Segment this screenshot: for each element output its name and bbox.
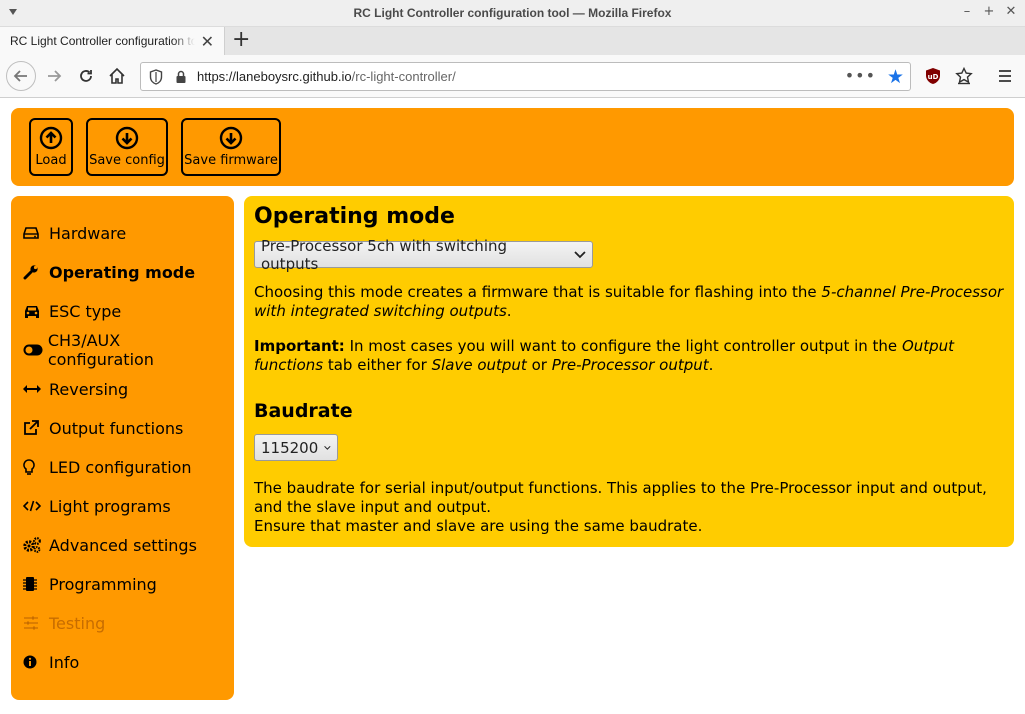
sidebar-item-esc-type[interactable]: ESC type xyxy=(23,296,223,326)
sidebar-item-ch3-aux[interactable]: CH3/AUX configuration xyxy=(23,331,223,369)
page-actions-icon[interactable]: ••• xyxy=(845,66,876,85)
new-tab-icon[interactable]: + xyxy=(232,29,250,51)
operating-mode-value: Pre-Processor 5ch with switching outputs xyxy=(261,236,508,273)
browser-tab[interactable]: RC Light Controller configuration tool ✕ xyxy=(0,27,225,55)
wrench-icon xyxy=(23,264,49,280)
save-firmware-button[interactable]: Save firmware xyxy=(181,118,281,176)
sidebar-item-testing: Testing xyxy=(23,608,223,638)
baudrate-heading: Baudrate xyxy=(254,400,353,422)
svg-text:uD: uD xyxy=(928,73,939,81)
window-titlebar: RC Light Controller configuration tool —… xyxy=(0,0,1025,27)
home-button[interactable] xyxy=(104,63,130,89)
hamburger-icon xyxy=(999,70,1011,82)
sidebar-item-operating-mode[interactable]: Operating mode xyxy=(23,257,223,287)
baudrate-value: 115200 xyxy=(261,438,319,457)
sidebar-item-led-configuration[interactable]: LED configuration xyxy=(23,452,223,482)
sidebar-item-label: Operating mode xyxy=(49,262,196,282)
top-toolbar: Load Save config Save firmware xyxy=(11,108,1014,186)
sidebar-item-label: Output functions xyxy=(49,418,184,438)
save-config-button[interactable]: Save config xyxy=(86,118,168,176)
sidebar-item-label: LED configuration xyxy=(49,457,192,477)
forward-arrow-icon xyxy=(48,70,62,82)
reload-button[interactable] xyxy=(73,63,99,89)
bookmark-star-icon[interactable]: ★ xyxy=(887,66,904,88)
sidebar-item-label: Hardware xyxy=(49,223,127,243)
load-button[interactable]: Load xyxy=(29,118,73,176)
car-icon xyxy=(23,304,49,318)
back-arrow-icon xyxy=(13,70,27,82)
lightbulb-icon xyxy=(23,458,49,476)
sidebar-item-label: Programming xyxy=(49,574,157,594)
window-title: RC Light Controller configuration tool —… xyxy=(353,6,672,20)
ublock-icon: uD xyxy=(926,68,940,84)
tab-close-icon[interactable]: ✕ xyxy=(201,32,214,52)
chevron-down-icon xyxy=(324,445,331,450)
sidebar-item-label: ESC type xyxy=(49,301,122,321)
sidebar-item-reversing[interactable]: Reversing xyxy=(23,374,223,404)
sidebar-item-label: Light programs xyxy=(49,496,171,516)
important-note: Important: In most cases you will want t… xyxy=(254,337,955,374)
baudrate-select[interactable]: 115200 xyxy=(254,434,338,461)
info-icon xyxy=(23,655,49,669)
sidebar-item-label: Advanced settings xyxy=(49,535,197,555)
load-label: Load xyxy=(35,153,67,168)
maximize-icon[interactable]: + xyxy=(981,3,997,21)
save-firmware-label: Save firmware xyxy=(184,153,278,168)
sidebar-item-label: CH3/AUX configuration xyxy=(47,331,154,369)
nav-bar: https://laneboysrc.github.io/rc-light-co… xyxy=(0,55,1025,98)
sidebar-item-output-functions[interactable]: Output functions xyxy=(23,413,223,443)
back-button[interactable] xyxy=(6,61,36,91)
home-icon xyxy=(109,67,125,84)
operating-mode-select[interactable]: Pre-Processor 5ch with switching outputs xyxy=(254,237,593,273)
url-bar[interactable]: https://laneboysrc.github.io/rc-light-co… xyxy=(140,62,911,91)
download-circle-icon xyxy=(219,126,243,150)
arrows-h-icon xyxy=(23,384,49,394)
close-window-icon[interactable]: ✕ xyxy=(1003,3,1019,21)
sidebar: Hardware Operating mode ESC type CH3/AUX… xyxy=(11,196,234,700)
web-page: Load Save config Save firmware Hardware … xyxy=(0,98,1025,714)
cogs-icon xyxy=(23,537,49,553)
code-icon xyxy=(23,500,49,512)
hdd-icon xyxy=(23,226,49,240)
baudrate-description: The baudrate for serial input/output fun… xyxy=(254,479,987,516)
main-content: Operating mode Pre-Processor 5ch with sw… xyxy=(244,196,1014,547)
reload-icon xyxy=(80,70,92,82)
sliders-icon xyxy=(23,616,49,630)
bookmarks-button[interactable] xyxy=(951,63,977,89)
external-link-icon xyxy=(23,420,49,436)
save-config-label: Save config xyxy=(89,153,165,168)
lock-icon[interactable] xyxy=(175,70,187,84)
tab-label: RC Light Controller configuration tool xyxy=(10,34,195,48)
download-circle-icon xyxy=(115,126,139,150)
sidebar-item-light-programs[interactable]: Light programs xyxy=(23,491,223,521)
forward-button[interactable] xyxy=(41,63,67,89)
sidebar-item-label: Reversing xyxy=(49,379,129,399)
chevron-down-icon xyxy=(574,250,586,258)
chip-icon xyxy=(23,576,49,592)
operating-mode-description: Choosing this mode creates a firmware th… xyxy=(254,283,1004,320)
bookmarks-star-icon xyxy=(955,67,973,85)
sidebar-item-advanced-settings[interactable]: Advanced settings xyxy=(23,530,223,560)
tab-bar: RC Light Controller configuration tool ✕… xyxy=(0,27,1025,55)
baudrate-note: Ensure that master and slave are using t… xyxy=(254,517,703,535)
app-menu-button[interactable] xyxy=(992,63,1018,89)
sidebar-item-info[interactable]: Info xyxy=(23,647,223,677)
sidebar-item-programming[interactable]: Programming xyxy=(23,569,223,599)
ublock-button[interactable]: uD xyxy=(920,63,946,89)
url-text: https://laneboysrc.github.io/rc-light-co… xyxy=(197,69,456,84)
operating-mode-heading: Operating mode xyxy=(254,204,455,229)
toggle-icon xyxy=(23,344,48,356)
minimize-icon[interactable]: – xyxy=(959,3,975,21)
tracking-shield-icon[interactable] xyxy=(149,69,163,85)
sidebar-item-hardware[interactable]: Hardware xyxy=(23,218,223,248)
sidebar-item-label: Info xyxy=(49,652,80,672)
upload-circle-icon xyxy=(39,126,63,150)
sidebar-item-label: Testing xyxy=(49,613,106,633)
